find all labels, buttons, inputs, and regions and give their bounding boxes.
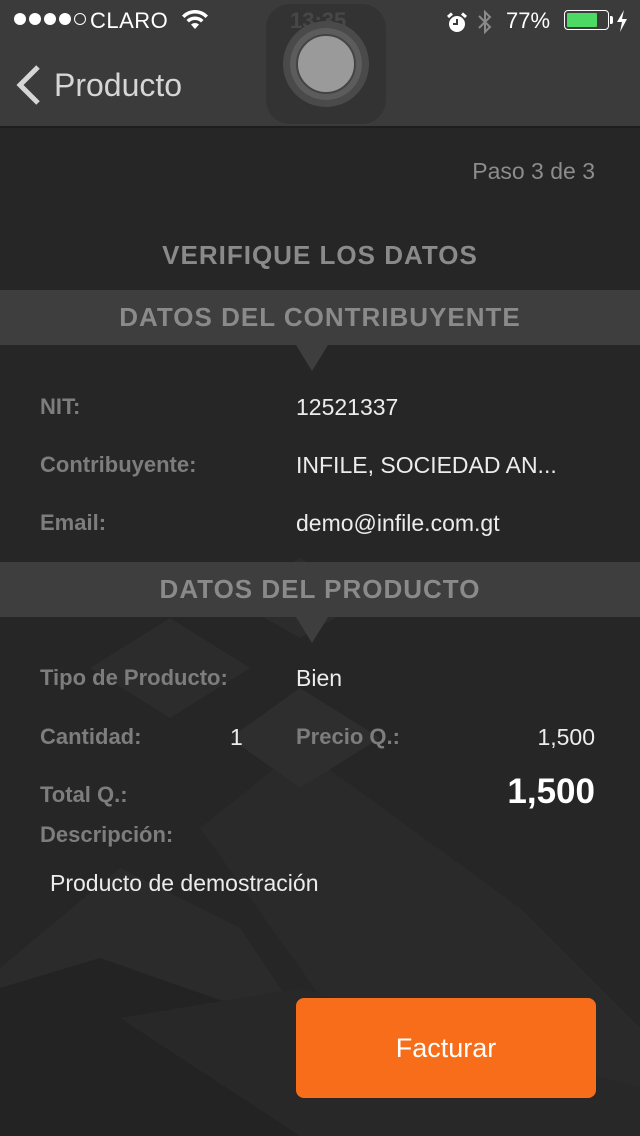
invoice-button[interactable]: Facturar	[296, 998, 596, 1098]
back-button-label: Producto	[54, 66, 183, 103]
bluetooth-icon	[478, 9, 492, 35]
section-title: DATOS DEL CONTRIBUYENTE	[119, 302, 521, 332]
product-type-label: Tipo de Producto:	[40, 665, 228, 690]
back-button[interactable]: Producto	[14, 60, 182, 110]
chevron-left-icon	[16, 65, 40, 105]
verify-screen: Paso 3 de 3 VERIFIQUE LOS DATOS DATOS DE…	[0, 130, 640, 1136]
alarm-icon	[447, 12, 467, 32]
page-title: VERIFIQUE LOS DATOS	[162, 240, 478, 270]
section-title: DATOS DEL PRODUCTO	[159, 574, 481, 604]
nit-label: NIT:	[40, 394, 81, 419]
charging-bolt-icon	[617, 10, 627, 32]
assistive-touch-button[interactable]	[266, 4, 386, 124]
price-value: 1,500	[537, 724, 595, 750]
quantity-value: 1	[230, 724, 243, 750]
assistive-touch-ring-inner	[290, 28, 362, 100]
description-value: Producto de demostración	[50, 870, 319, 896]
battery-level	[567, 13, 598, 27]
quantity-label: Cantidad:	[40, 724, 142, 749]
signal-dot	[44, 13, 56, 25]
nit-value: 12521337	[296, 394, 399, 420]
step-indicator: Paso 3 de 3	[472, 158, 595, 184]
email-value: demo@infile.com.gt	[296, 510, 500, 536]
assistive-touch-core	[296, 34, 356, 94]
signal-dot	[14, 13, 26, 25]
product-type-value: Bien	[296, 665, 343, 691]
taxpayer-value: INFILE, SOCIEDAD AN...	[296, 452, 557, 478]
email-label: Email:	[40, 510, 107, 535]
section-pointer	[296, 345, 328, 371]
description-label: Descripción:	[40, 822, 174, 847]
signal-dot	[29, 13, 41, 25]
carrier-name: CLARO	[90, 8, 169, 33]
price-label: Precio Q.:	[296, 724, 400, 749]
assistive-touch-ring	[283, 21, 369, 107]
taxpayer-label: Contribuyente:	[40, 452, 197, 477]
signal-strength-icon	[14, 13, 86, 25]
total-value: 1,500	[507, 772, 595, 811]
section-pointer	[296, 617, 328, 643]
battery-percent: 77%	[506, 8, 551, 33]
signal-dot	[59, 13, 71, 25]
battery-icon	[564, 10, 609, 30]
section-header-product: DATOS DEL PRODUCTO	[0, 562, 640, 643]
section-header-taxpayer: DATOS DEL CONTRIBUYENTE	[0, 290, 640, 371]
signal-dot	[74, 13, 86, 25]
wifi-icon	[182, 10, 208, 29]
total-label: Total Q.:	[40, 782, 128, 807]
battery-tip	[610, 16, 613, 24]
